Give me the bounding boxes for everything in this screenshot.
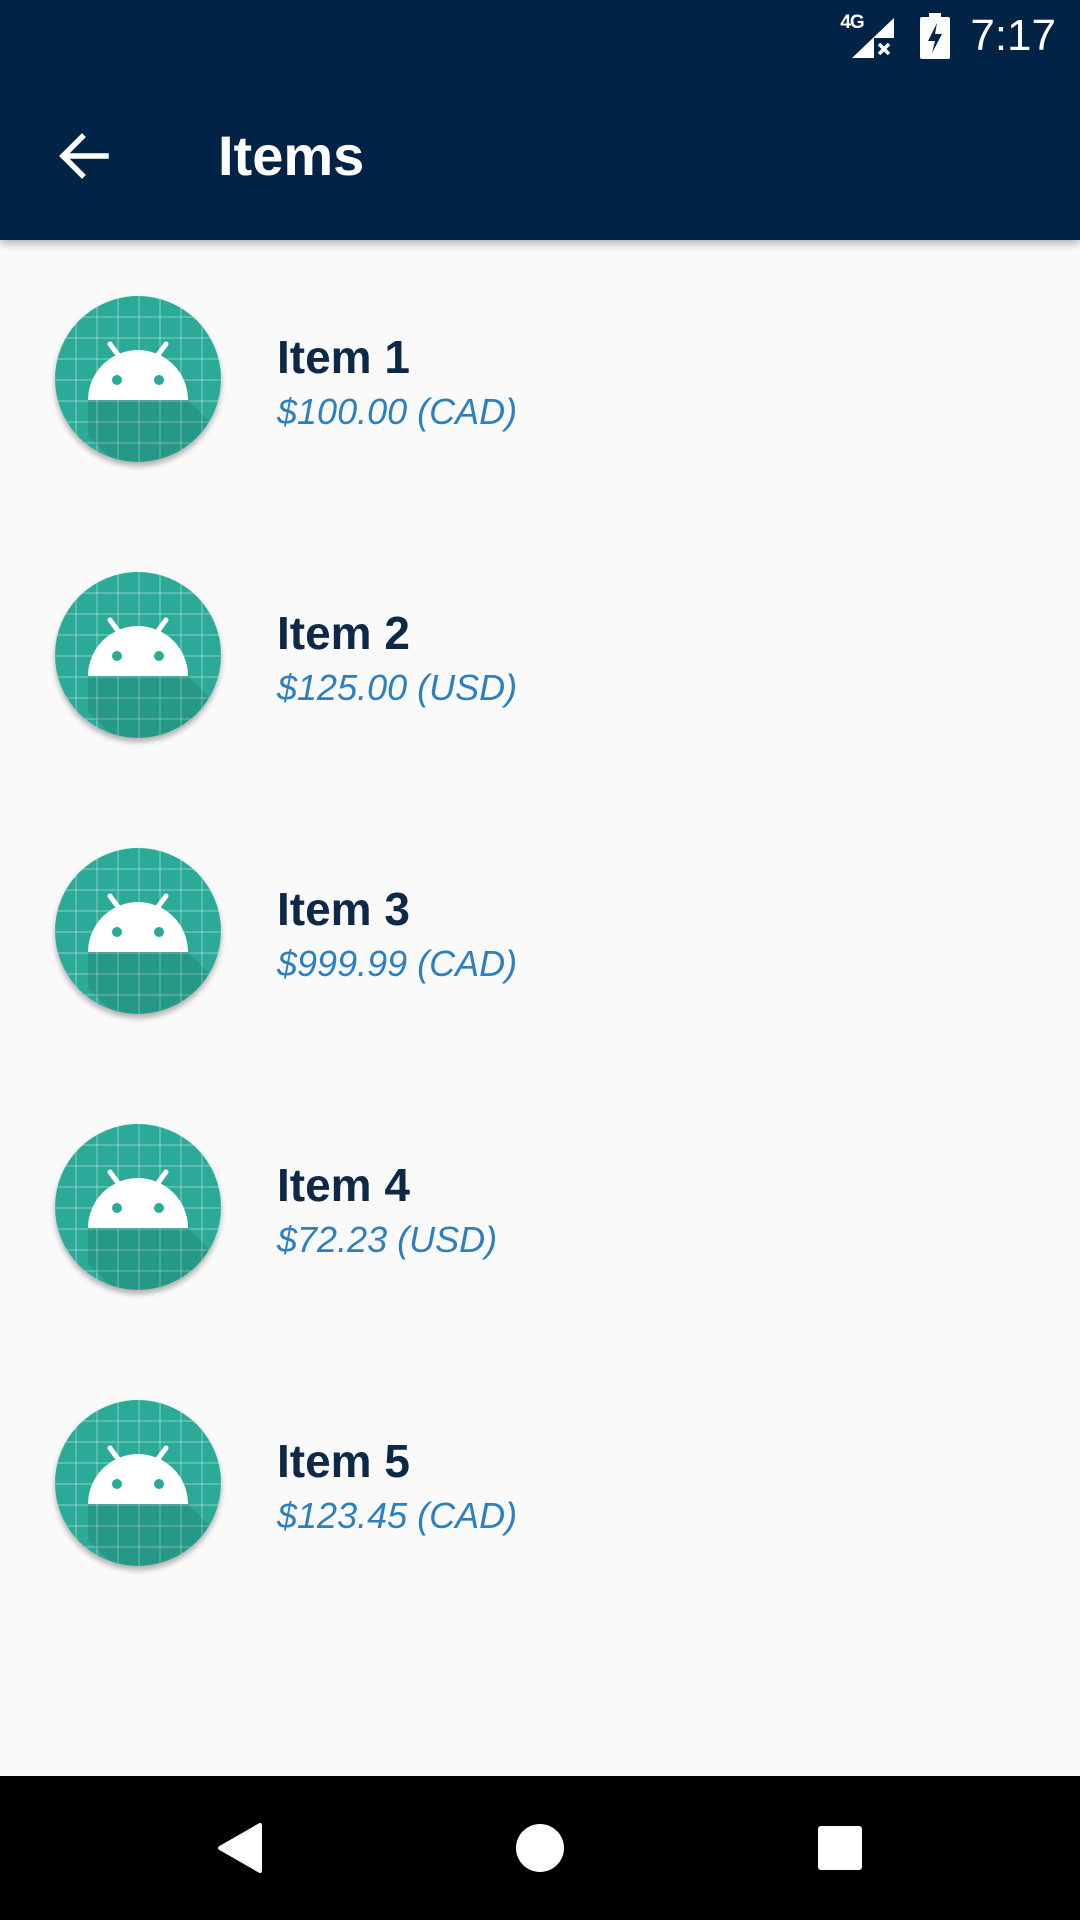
battery-charging-icon — [920, 13, 951, 59]
item-list: Item 1 $100.00 (CAD) Item 2 $125.00 (USD… — [0, 240, 1080, 1620]
item-name: Item 5 — [277, 1435, 410, 1487]
nav-home-button[interactable] — [504, 1812, 576, 1884]
app-bar: Items — [0, 72, 1080, 240]
nav-recents-icon — [818, 1826, 862, 1870]
page-title: Items — [218, 124, 365, 187]
android-avatar-icon — [55, 1124, 221, 1290]
item-name: Item 1 — [277, 331, 410, 383]
list-item[interactable]: Item 5 $123.45 (CAD) — [0, 1344, 1080, 1620]
android-avatar-icon — [55, 848, 221, 1014]
android-avatar-icon — [55, 572, 221, 738]
nav-back-button[interactable] — [204, 1812, 276, 1884]
status-bar: 4G 7:17 — [0, 0, 1080, 72]
item-name: Item 2 — [277, 607, 410, 659]
item-name: Item 3 — [277, 883, 410, 935]
signal-no-data-icon: 4G — [840, 10, 898, 62]
list-item[interactable]: Item 4 $72.23 (USD) — [0, 1068, 1080, 1344]
status-icons: 4G 7:17 — [840, 10, 1056, 62]
nav-home-icon — [516, 1824, 564, 1872]
android-avatar-icon — [55, 1400, 221, 1566]
nav-recents-button[interactable] — [804, 1812, 876, 1884]
item-price: $123.45 (CAD) — [277, 1495, 518, 1536]
back-button[interactable] — [44, 116, 124, 196]
system-nav-bar — [0, 1776, 1080, 1920]
item-price: $72.23 (USD) — [277, 1219, 498, 1260]
nav-back-icon — [218, 1823, 262, 1873]
item-price: $100.00 (CAD) — [277, 391, 518, 432]
status-time: 7:17 — [970, 11, 1056, 60]
list-item[interactable]: Item 2 $125.00 (USD) — [0, 516, 1080, 792]
android-avatar-icon — [55, 296, 221, 462]
list-item[interactable]: Item 3 $999.99 (CAD) — [0, 792, 1080, 1068]
item-name: Item 4 — [277, 1159, 410, 1211]
item-price: $999.99 (CAD) — [277, 943, 518, 984]
item-price: $125.00 (USD) — [277, 667, 518, 708]
list-item[interactable]: Item 1 $100.00 (CAD) — [0, 240, 1080, 516]
arrow-back-icon — [59, 133, 109, 179]
screen: 4G 7:17 Items Item 1 $100.00 (CAD) Item … — [0, 0, 1080, 1920]
